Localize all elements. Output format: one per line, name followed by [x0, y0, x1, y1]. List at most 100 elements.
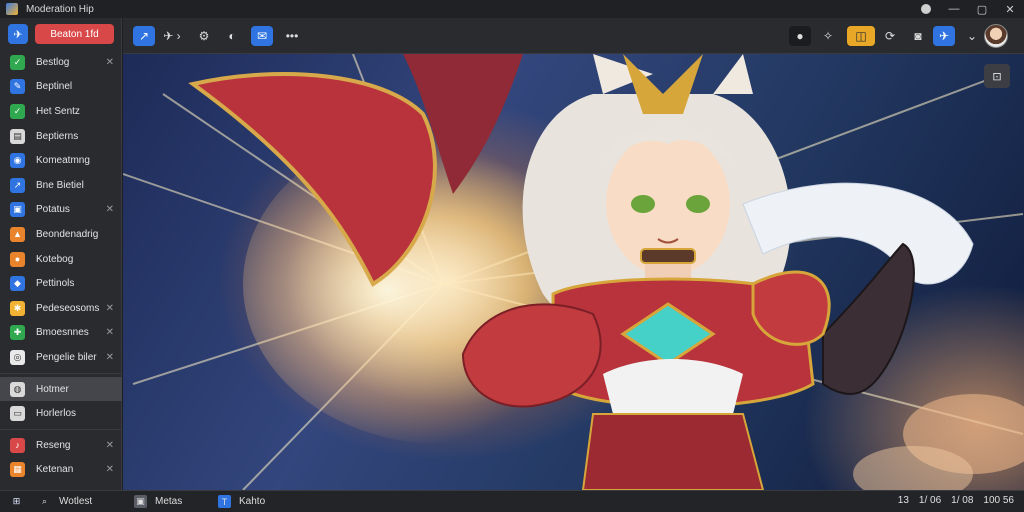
- sidebar-item-komeatmng[interactable]: ◉ Komeatmng: [0, 148, 122, 173]
- shop-icon: ▦: [10, 462, 25, 478]
- apps-icon: ✱: [10, 300, 25, 316]
- sidebar-item-label: Pengelie biler: [36, 351, 97, 363]
- close-tab-icon[interactable]: ✕: [106, 57, 114, 68]
- sidebar-item-label: Het Sentz: [36, 105, 80, 117]
- search-label: Wotlest: [59, 496, 93, 507]
- record-button[interactable]: ●: [789, 26, 811, 46]
- sidebar-red-button[interactable]: Beaton 1fd: [35, 24, 114, 44]
- sidebar-item-reseng[interactable]: ♪ Reseng ✕: [0, 433, 122, 458]
- sidebar-item-bestlog[interactable]: ✓ Bestlog ✕: [0, 50, 122, 75]
- search-box[interactable]: ⌕ Wotlest: [38, 495, 92, 508]
- sidebar-item-label: Pettinols: [36, 278, 75, 290]
- sidebar-item-label: Potatus: [36, 204, 70, 216]
- share-icon: ↗: [10, 177, 25, 193]
- highlight-button[interactable]: ◫: [847, 26, 875, 46]
- sidebar-item-label: Beptierns: [36, 130, 79, 142]
- sidebar-separator: [0, 372, 122, 374]
- tray-item[interactable]: 13: [898, 495, 909, 506]
- dropdown-button[interactable]: ⌄: [961, 26, 983, 46]
- taskbar-item-label: Metas: [155, 496, 183, 507]
- close-tab-icon[interactable]: ✕: [106, 440, 114, 451]
- windows-icon: ⊞: [12, 496, 21, 506]
- more-button[interactable]: •••: [279, 26, 305, 46]
- window-icon: ▭: [10, 406, 25, 422]
- sidebar-item-beptierns[interactable]: ▤ Beptierns: [0, 124, 122, 149]
- share-icon: ↗: [138, 29, 150, 43]
- sidebar-item-kotebog[interactable]: ● Kotebog: [0, 247, 122, 272]
- book-icon: ▣: [10, 202, 25, 218]
- chat-button[interactable]: ✉: [251, 26, 273, 46]
- globe-icon: ◍: [10, 381, 25, 397]
- system-tray: 13 1/ 06 1/ 08 100 56: [898, 495, 1014, 506]
- sidebar-item-label: Bne Bietiel: [36, 179, 84, 191]
- more-icon: •••: [285, 29, 299, 43]
- search-icon: ⌕: [41, 496, 48, 506]
- share-button[interactable]: ↗: [133, 26, 155, 46]
- highlight-icon: ◫: [855, 29, 867, 43]
- close-tab-icon[interactable]: ✕: [106, 464, 114, 475]
- close-tab-icon[interactable]: ✕: [106, 204, 114, 215]
- sidebar-item-label: Beondenadrig: [36, 228, 99, 240]
- sidebar-item-pedeseosoms[interactable]: ✱ Pedeseosoms ✕: [0, 296, 122, 321]
- anime-artwork: [123, 54, 1024, 490]
- sidebar-item-label: Hotmer: [36, 383, 69, 395]
- tray-item[interactable]: 100 56: [983, 495, 1014, 506]
- breadcrumb-button[interactable]: ✈ ›: [159, 26, 185, 46]
- toggle-button[interactable]: ◐: [221, 26, 243, 46]
- tray-item[interactable]: 1/ 06: [919, 495, 941, 506]
- sidebar-item-label: Kotebog: [36, 253, 74, 265]
- sidebar-list: ✓ Bestlog ✕ ✎ Beptinel ✓ Het Sentz ▤ Beptierns ◉ K…: [0, 50, 122, 482]
- user-icon: ⊡: [992, 70, 1002, 83]
- sidebar-item-hotmer[interactable]: ◍ Hotmer: [0, 376, 122, 402]
- sidebar-item-bne-bietiel[interactable]: ↗ Bne Bietiel: [0, 173, 122, 198]
- sidebar-item-ketenan[interactable]: ▦ Ketenan ✕: [0, 458, 122, 483]
- sync-icon: ⟳: [884, 29, 896, 43]
- sidebar-item-potatus[interactable]: ▣ Potatus ✕: [0, 198, 122, 223]
- user-avatar[interactable]: [984, 24, 1008, 48]
- close-tab-icon[interactable]: ✕: [106, 352, 114, 363]
- maximize-icon[interactable]: ▢: [968, 0, 996, 18]
- window-title: Moderation Hip: [26, 3, 94, 15]
- music-icon: ♪: [10, 437, 25, 453]
- puzzle-icon: ✚: [10, 325, 25, 341]
- chat-icon: ◉: [10, 153, 25, 169]
- settings-button[interactable]: ⚙: [193, 26, 215, 46]
- sidebar-item-bmoesnnes[interactable]: ✚ Bmoesnnes ✕: [0, 321, 122, 346]
- sidebar-item-het-sentz[interactable]: ✓ Het Sentz: [0, 99, 122, 124]
- taskbar-item-metas[interactable]: ▣ Metas: [134, 495, 182, 508]
- plane-button[interactable]: ✈: [933, 26, 955, 46]
- window-controls: — ▢ ✕: [912, 0, 1024, 18]
- close-tab-icon[interactable]: ✕: [106, 327, 114, 338]
- coin-icon: ●: [10, 251, 25, 267]
- corner-user-button[interactable]: ⊡: [984, 64, 1010, 88]
- camera-button[interactable]: ◙: [907, 26, 929, 46]
- title-bar: Moderation Hip — ▢ ✕: [0, 0, 1024, 18]
- bird-icon[interactable]: ✈: [8, 24, 28, 44]
- tray-item[interactable]: 1/ 08: [951, 495, 973, 506]
- sidebar-item-label: Beptinel: [36, 81, 73, 93]
- sidebar-item-beondenadrig[interactable]: ▲ Beondenadrig: [0, 222, 122, 247]
- sidebar-item-horlerlos[interactable]: ▭ Horlerlos: [0, 401, 122, 426]
- minimize-icon[interactable]: —: [940, 0, 968, 18]
- sync-button[interactable]: ⟳: [879, 26, 901, 46]
- chevron-down-icon: ⌄: [966, 29, 978, 43]
- record-icon: ●: [796, 29, 804, 43]
- file-icon: ▤: [10, 128, 25, 144]
- check-icon: ✓: [10, 103, 25, 119]
- close-icon[interactable]: ✕: [996, 0, 1024, 18]
- sidebar-item-pettinols[interactable]: ◆ Pettinols: [0, 271, 122, 296]
- account-icon[interactable]: [912, 0, 940, 18]
- gear-icon: ⚙: [198, 29, 210, 43]
- sidebar-item-beptinel[interactable]: ✎ Beptinel: [0, 75, 122, 100]
- wand-icon: ✧: [822, 29, 834, 43]
- sidebar-item-pengelie-biler[interactable]: ◎ Pengelie biler ✕: [0, 345, 122, 370]
- sidebar-item-label: Reseng: [36, 439, 71, 451]
- sidebar-separator: [0, 428, 122, 430]
- taskbar-item-kahto[interactable]: T Kahto: [218, 495, 265, 508]
- pin-icon: ◆: [10, 276, 25, 292]
- start-button[interactable]: ⊞: [10, 495, 31, 508]
- wand-button[interactable]: ✧: [817, 26, 839, 46]
- sidebar-item-label: Ketenan: [36, 464, 74, 476]
- sidebar-item-label: Horlerlos: [36, 408, 77, 420]
- close-tab-icon[interactable]: ✕: [106, 303, 114, 314]
